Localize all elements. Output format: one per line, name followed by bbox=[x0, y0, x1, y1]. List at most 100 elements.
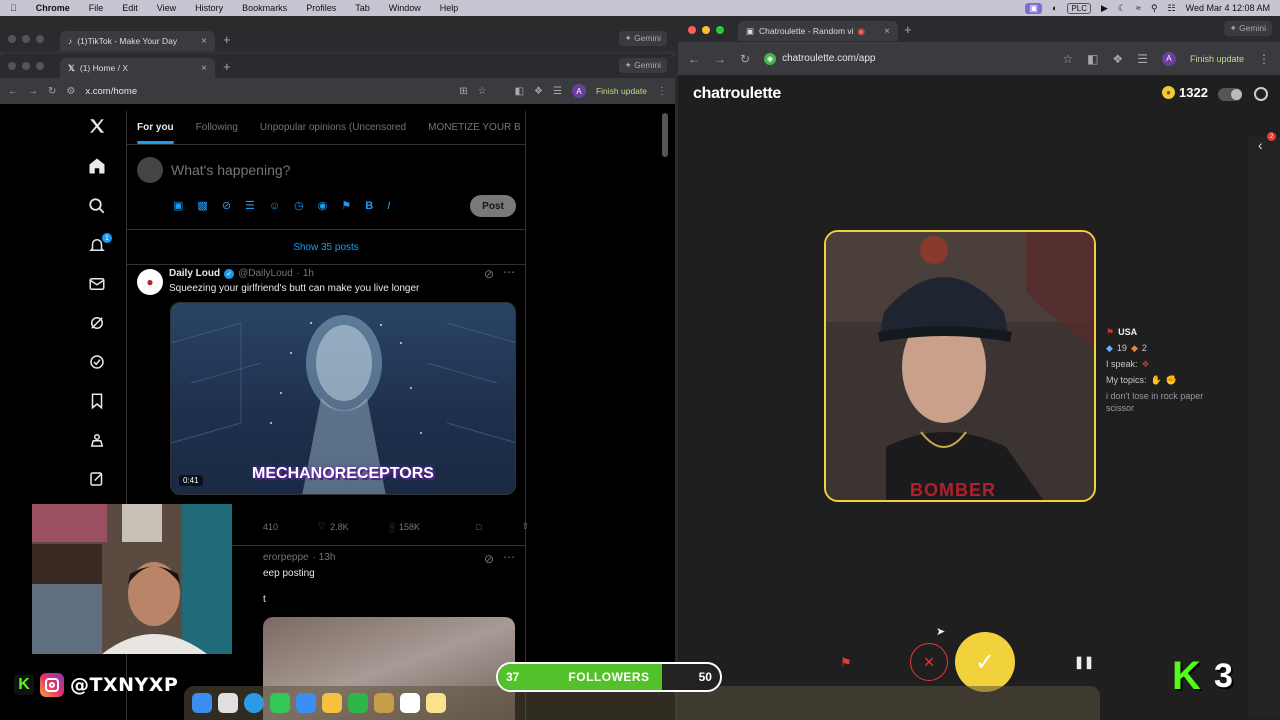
status-plc-badge[interactable]: PLC bbox=[1067, 2, 1091, 14]
tweet-time[interactable]: · 1h bbox=[297, 268, 314, 279]
gemini-button[interactable]: ✦ Gemini bbox=[618, 31, 667, 46]
close-dot[interactable] bbox=[8, 62, 16, 70]
author-name[interactable]: Daily Loud bbox=[169, 268, 220, 279]
reload-icon[interactable]: ↻ bbox=[48, 86, 56, 97]
photos-icon[interactable] bbox=[322, 693, 342, 713]
back-icon[interactable]: ← bbox=[8, 86, 18, 97]
profile-avatar[interactable]: A bbox=[1161, 51, 1176, 66]
notes-icon[interactable] bbox=[426, 693, 446, 713]
grok-icon[interactable]: ⊘ bbox=[222, 199, 231, 212]
search-icon[interactable] bbox=[80, 197, 114, 215]
new-tab-button[interactable]: + bbox=[223, 59, 231, 74]
close-dot[interactable] bbox=[8, 35, 16, 43]
gif-icon[interactable]: ▩ bbox=[197, 199, 207, 212]
menu-view[interactable]: View bbox=[157, 3, 176, 13]
menu-kebab-icon[interactable]: ⋮ bbox=[657, 86, 667, 97]
tab-for-you[interactable]: For you bbox=[137, 122, 174, 144]
finder-icon[interactable] bbox=[192, 693, 212, 713]
profile-avatar[interactable]: A bbox=[571, 84, 586, 98]
grok-icon[interactable] bbox=[80, 314, 114, 332]
user-avatar[interactable] bbox=[137, 157, 163, 183]
chatroulette-logo[interactable]: chatroulette bbox=[693, 85, 781, 103]
post-button[interactable]: Post bbox=[470, 195, 516, 217]
media-icon[interactable]: ☰ bbox=[1137, 52, 1148, 66]
new-tab-button[interactable]: + bbox=[904, 22, 912, 37]
calendar-icon[interactable] bbox=[400, 693, 420, 713]
search-icon[interactable]: ⚲ bbox=[1151, 3, 1158, 14]
flag-icon[interactable]: ⚑ bbox=[341, 199, 351, 212]
chevron-left-icon[interactable]: ‹ bbox=[1258, 137, 1263, 153]
menu-app-name[interactable]: Chrome bbox=[36, 3, 70, 13]
composer-input[interactable]: What's happening? bbox=[171, 162, 290, 178]
zoom-dot[interactable] bbox=[36, 35, 44, 43]
bookmarks-icon[interactable] bbox=[80, 392, 114, 410]
premium-icon[interactable] bbox=[80, 353, 114, 371]
tab-tiktok[interactable]: ♪ (1)TikTok - Make Your Day × bbox=[60, 31, 215, 51]
scrollbar-thumb[interactable] bbox=[662, 113, 668, 157]
messages-icon[interactable] bbox=[80, 275, 114, 293]
coin-balance[interactable]: ● 1322 bbox=[1162, 85, 1208, 100]
menu-bookmarks[interactable]: Bookmarks bbox=[242, 3, 287, 13]
menu-help[interactable]: Help bbox=[440, 3, 459, 13]
minimize-dot[interactable] bbox=[702, 26, 710, 34]
sidebar-icon[interactable]: ◧ bbox=[1087, 52, 1098, 66]
home-icon[interactable] bbox=[80, 157, 114, 175]
new-tab-button[interactable]: + bbox=[223, 32, 231, 47]
accept-button[interactable]: ✓ bbox=[955, 632, 1015, 692]
more-icon[interactable]: ⋯ bbox=[503, 265, 515, 279]
schedule-icon[interactable]: ◷ bbox=[294, 199, 304, 212]
bold-icon[interactable]: B bbox=[365, 200, 373, 212]
jobs-icon[interactable] bbox=[80, 431, 114, 449]
close-tab-icon[interactable]: × bbox=[201, 63, 207, 74]
messages-icon[interactable] bbox=[270, 693, 290, 713]
back-icon[interactable]: ← bbox=[688, 52, 700, 66]
daily-loud-avatar[interactable]: ● bbox=[137, 269, 163, 295]
apple-icon[interactable]:  bbox=[10, 3, 17, 13]
media-icon[interactable]: ☰ bbox=[553, 86, 562, 97]
theme-toggle[interactable] bbox=[1218, 88, 1242, 101]
site-info-icon[interactable]: ⚙ bbox=[66, 86, 75, 97]
facetime-icon[interactable] bbox=[348, 693, 368, 713]
tab-x-home[interactable]: 𝕏 (1) Home / X × bbox=[60, 58, 215, 78]
wifi-icon[interactable]: ≈ bbox=[1136, 3, 1141, 13]
menu-kebab-icon[interactable]: ⋮ bbox=[1258, 52, 1270, 66]
location-icon[interactable]: ◉ bbox=[318, 199, 328, 212]
account-icon[interactable] bbox=[1254, 87, 1268, 101]
close-tab-icon[interactable]: × bbox=[201, 36, 207, 47]
notifications-icon[interactable]: 1 bbox=[80, 233, 114, 254]
more-icon[interactable]: ⋯ bbox=[503, 550, 515, 564]
menu-file[interactable]: File bbox=[89, 3, 104, 13]
bookmark-star-icon[interactable]: ☆ bbox=[1062, 52, 1073, 66]
report-flag-icon[interactable]: ⚑ bbox=[840, 655, 852, 671]
zoom-dot[interactable] bbox=[716, 26, 724, 34]
emoji-icon[interactable]: ☺ bbox=[269, 200, 280, 212]
close-tab-icon[interactable]: × bbox=[884, 26, 890, 37]
tab-unpopular-opinions[interactable]: Unpopular opinions (Uncensored bbox=[260, 122, 406, 133]
media-icon[interactable]: ▣ bbox=[173, 199, 183, 212]
minimize-dot[interactable] bbox=[22, 62, 30, 70]
tab-monetize[interactable]: MONETIZE YOUR B bbox=[428, 122, 521, 133]
sidebar-icon[interactable]: ◧ bbox=[515, 86, 524, 97]
mail-icon[interactable] bbox=[296, 693, 316, 713]
launchpad-icon[interactable] bbox=[218, 693, 238, 713]
pause-icon[interactable]: ❚❚ bbox=[1074, 655, 1094, 669]
x-logo-icon[interactable] bbox=[80, 117, 114, 135]
reload-icon[interactable]: ↻ bbox=[740, 52, 750, 66]
show-posts-link[interactable]: Show 35 posts bbox=[127, 230, 525, 264]
compose-icon[interactable] bbox=[80, 470, 114, 488]
grok-explain-icon[interactable]: ⊘ bbox=[484, 552, 494, 566]
gemini-button[interactable]: ✦ Gemini bbox=[618, 58, 667, 73]
bookmark-icon[interactable]: □ bbox=[476, 522, 481, 532]
url-field[interactable]: x.com/home bbox=[85, 86, 137, 97]
clock[interactable]: Wed Mar 4 12:08 AM bbox=[1186, 3, 1270, 13]
forward-icon[interactable]: → bbox=[714, 52, 726, 66]
extensions-icon[interactable]: ❖ bbox=[534, 86, 543, 97]
views-button[interactable]: ░ 158K bbox=[389, 522, 420, 532]
menu-window[interactable]: Window bbox=[389, 3, 421, 13]
play-icon[interactable]: ▶ bbox=[1101, 3, 1108, 14]
menu-tab[interactable]: Tab bbox=[355, 3, 370, 13]
author-handle[interactable]: erorpeppe bbox=[263, 552, 309, 563]
menu-edit[interactable]: Edit bbox=[122, 3, 138, 13]
folder-icon[interactable] bbox=[374, 693, 394, 713]
url-field[interactable]: ◉ chatroulette.com/app bbox=[764, 52, 875, 65]
